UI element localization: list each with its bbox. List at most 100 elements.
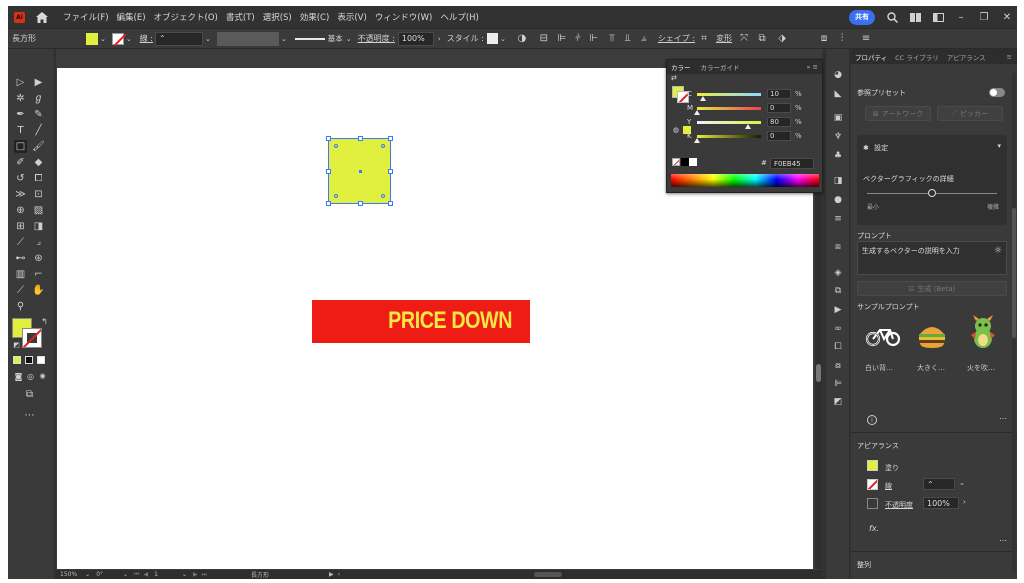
recolor-icon[interactable]: ◑ xyxy=(516,33,528,45)
rotation-dropdown-icon[interactable]: ⌄ xyxy=(123,571,128,578)
close-icon[interactable]: ✕ xyxy=(1001,11,1013,23)
arrange-documents-icon[interactable] xyxy=(909,11,921,23)
menu-view[interactable]: 表示(V) xyxy=(337,11,366,23)
appearance-stroke-weight-field[interactable]: ⌃ xyxy=(923,478,955,490)
resize-handle[interactable] xyxy=(388,136,393,141)
white-color-icon[interactable] xyxy=(689,158,697,166)
envelope-icon[interactable]: ⧉ xyxy=(756,33,768,45)
selected-rectangle[interactable] xyxy=(326,136,393,206)
zoom-dropdown-icon[interactable]: ⌄ xyxy=(85,571,90,578)
dragon-icon[interactable] xyxy=(965,315,1001,351)
transform-label[interactable]: 変形 xyxy=(716,33,732,44)
layers-icon[interactable]: ◈ xyxy=(832,267,844,279)
appearance-opacity-arrow-icon[interactable]: › xyxy=(963,498,966,506)
status-scroll-left-icon[interactable]: ‹ xyxy=(338,571,340,578)
line-tool-icon[interactable]: ╱ xyxy=(32,124,45,137)
align-to-icon[interactable]: ⊟ xyxy=(538,33,550,45)
default-colors-icon[interactable]: ◩ xyxy=(10,339,23,352)
yellow-slider[interactable] xyxy=(697,120,761,129)
hand-tool-icon[interactable]: ✋ xyxy=(32,284,45,297)
tab-appearance[interactable]: アピアランス xyxy=(947,52,986,62)
selection-tool-icon[interactable]: ▷ xyxy=(14,76,27,89)
panel-menu-icon[interactable]: » ≡ xyxy=(807,63,819,71)
opacity-field[interactable]: 100% xyxy=(397,31,434,46)
arrange-icon[interactable]: ⧈ xyxy=(818,33,830,45)
stroke-color-swatch[interactable] xyxy=(22,328,42,348)
vector-detail-slider[interactable] xyxy=(867,189,997,197)
gradient-panel-icon[interactable]: ● xyxy=(832,194,844,206)
more-options-icon[interactable]: ⋯ xyxy=(999,414,1007,423)
settings-header[interactable]: ✱ 設定 xyxy=(863,143,888,153)
artboard-dropdown-icon[interactable]: ⌄ xyxy=(182,571,187,578)
tab-color-guide[interactable]: カラーガイド xyxy=(701,62,740,72)
menu-select[interactable]: 選択(S) xyxy=(263,11,292,23)
corner-widget[interactable] xyxy=(334,144,338,148)
status-arrow-icon[interactable]: ▶ xyxy=(329,571,334,578)
color-spectrum[interactable] xyxy=(671,174,819,187)
brush-dropdown-icon[interactable]: ⌄ xyxy=(346,35,352,43)
artwork-button[interactable]: ⊠ アートワーク xyxy=(865,106,931,121)
color-mode-icon[interactable] xyxy=(13,356,21,364)
profile-dropdown-icon[interactable]: ⌄ xyxy=(281,35,287,43)
fill-dropdown-icon[interactable]: ⌄ xyxy=(100,35,106,43)
symbols-icon[interactable]: ♣ xyxy=(832,150,844,162)
eraser-tool-icon[interactable]: ◆ xyxy=(32,156,45,169)
stroke-stepper-icon[interactable]: ⌃ xyxy=(927,480,934,489)
measure-tool-icon[interactable]: ⟓ xyxy=(32,236,45,249)
shape-builder-tool-icon[interactable]: ⊕ xyxy=(14,204,27,217)
style-dropdown-icon[interactable]: ⌄ xyxy=(500,35,506,43)
cyan-value[interactable]: 10 xyxy=(767,89,791,99)
mesh-tool-icon[interactable]: ⊞ xyxy=(14,220,27,233)
resize-handle[interactable] xyxy=(388,169,393,174)
minimize-icon[interactable]: – xyxy=(955,11,967,23)
paintbrush-tool-icon[interactable]: 🖌 xyxy=(32,140,45,153)
resize-handle[interactable] xyxy=(326,136,331,141)
slice-tool-icon[interactable]: ⟋ xyxy=(14,284,27,297)
cyan-slider[interactable] xyxy=(697,92,761,101)
appearance-opacity-label[interactable]: 不透明度 xyxy=(885,500,913,510)
share-button[interactable]: 共有 xyxy=(849,9,875,25)
transparency-icon[interactable]: ≡ xyxy=(832,213,844,225)
blend-tool-icon[interactable]: ⊷ xyxy=(14,252,27,265)
resize-handle[interactable] xyxy=(326,201,331,206)
stroke-swatch[interactable] xyxy=(111,32,124,45)
menu-type[interactable]: 書式(T) xyxy=(226,11,255,23)
vector-detail-knob[interactable] xyxy=(928,189,936,197)
appearance-more-icon[interactable]: ⋯ xyxy=(999,536,1007,545)
corner-widget[interactable] xyxy=(334,194,338,198)
eyedropper-tool-icon[interactable]: ⟋ xyxy=(14,236,27,249)
lasso-tool-icon[interactable]: ℊ xyxy=(32,92,45,105)
isolate-icon[interactable]: ⤧ xyxy=(738,33,750,45)
brush-definition[interactable]: 基本 xyxy=(294,33,343,44)
workspace-switcher-icon[interactable] xyxy=(932,11,944,23)
black-slider[interactable] xyxy=(694,134,761,143)
menu-object[interactable]: オブジェクト(O) xyxy=(154,11,218,23)
tab-color[interactable]: カラー xyxy=(671,62,691,72)
align-panel-icon[interactable]: ⊫ xyxy=(832,378,844,390)
appearance-fill-swatch[interactable] xyxy=(867,460,878,471)
info-icon[interactable]: i xyxy=(867,415,877,425)
links-icon[interactable]: ∞ xyxy=(832,323,844,335)
sample-label-1[interactable]: 白い背… xyxy=(865,363,893,373)
shaper-tool-icon[interactable]: ✐ xyxy=(14,156,27,169)
sample-label-2[interactable]: 大きく… xyxy=(917,363,945,373)
last-artboard-icon[interactable]: ⏭ xyxy=(202,571,207,579)
stroke-weight-dropdown-icon[interactable]: ⌄ xyxy=(959,479,965,487)
search-icon[interactable] xyxy=(886,11,898,23)
scale-tool-icon[interactable]: ⧠ xyxy=(32,172,45,185)
transform-panel-icon[interactable]: ⧇ xyxy=(832,360,844,372)
draw-inside-icon[interactable]: ◉ xyxy=(36,370,49,383)
free-transform-tool-icon[interactable]: ⊡ xyxy=(32,188,45,201)
tab-cc-libraries[interactable]: CC ライブラリ xyxy=(895,52,939,62)
align-top-icon[interactable]: ⫪ xyxy=(606,33,618,45)
stroke-panel-icon[interactable]: ◨ xyxy=(832,175,844,187)
align-left-icon[interactable]: ⊫ xyxy=(556,33,568,45)
none-mode-icon[interactable] xyxy=(37,356,45,364)
menu-window[interactable]: ウィンドウ(W) xyxy=(375,11,433,23)
menu-effect[interactable]: 効果(C) xyxy=(300,11,330,23)
horizontal-scrollbar-thumb[interactable] xyxy=(534,572,563,577)
cyan-slider-knob[interactable] xyxy=(700,95,707,101)
graphic-style-swatch[interactable] xyxy=(486,33,498,44)
yellow-slider-knob[interactable] xyxy=(745,123,752,129)
menu-help[interactable]: ヘルプ(H) xyxy=(440,11,479,23)
